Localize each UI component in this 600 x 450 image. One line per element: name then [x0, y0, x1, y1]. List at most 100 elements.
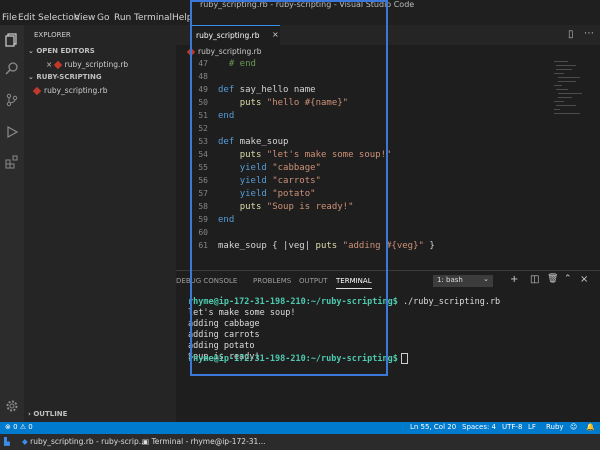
folder-file-item[interactable]: ruby_scripting.rb	[32, 86, 108, 96]
terminal-prompt-line[interactable]: rhyme@ip-172-31-198-210:~/ruby-scripting…	[188, 353, 408, 364]
chevron-down-icon: ⌄	[483, 275, 489, 283]
run-debug-icon[interactable]	[3, 123, 21, 141]
line-number: 54	[198, 150, 208, 159]
shell-selector-label: 1: bash	[437, 276, 463, 284]
line-number: 55	[198, 163, 208, 172]
terminal-command-line[interactable]: rhyme@ip-172-31-198-210:~/ruby-scripting…	[188, 297, 500, 307]
maximize-panel-icon[interactable]: ⌃	[564, 274, 572, 284]
editor-tab-bar: ruby_scripting.rb × ▯ ⋯	[176, 25, 600, 46]
code-line[interactable]: 53 def make_soup	[176, 137, 556, 150]
line-number: 48	[198, 72, 208, 81]
line-number: 57	[198, 189, 208, 198]
explorer-title: EXPLORER	[34, 31, 71, 39]
status-bar: ⊗ 0 ⚠ 0 Ln 55, Col 20 Spaces: 4 UTF-8 LF…	[0, 422, 600, 434]
close-icon[interactable]: ×	[272, 30, 279, 39]
code-line[interactable]: 50 puts "hello #{name}"	[176, 98, 556, 111]
code-text: puts "hello #{name}"	[239, 98, 349, 108]
taskbar-vscode[interactable]: ◆ ruby_scripting.rb - ruby-scrip...	[22, 437, 146, 446]
folder-filename: ruby_scripting.rb	[44, 86, 108, 95]
folder-header[interactable]: ⌄ RUBY-SCRIPTING	[28, 73, 102, 81]
terminal-cursor	[400, 353, 408, 364]
indentation[interactable]: Spaces: 4	[462, 423, 496, 431]
split-terminal-icon[interactable]: ◫	[530, 274, 539, 285]
code-line[interactable]: 59 end	[176, 215, 556, 228]
minimap[interactable]	[554, 59, 594, 139]
line-number: 58	[198, 202, 208, 211]
menu-go[interactable]: Go	[97, 13, 109, 23]
menu-help[interactable]: Help	[172, 13, 193, 23]
tab-debug-console[interactable]: DEBUG CONSOLE	[176, 277, 237, 285]
code-line[interactable]: 54 puts "let's make some soup!"	[176, 150, 556, 163]
code-line[interactable]: 51 end	[176, 111, 556, 124]
encoding[interactable]: UTF-8	[502, 423, 522, 431]
code-line[interactable]: 60	[176, 228, 556, 241]
line-number: 53	[198, 137, 208, 146]
ruby-file-icon	[32, 86, 42, 96]
code-text: yield "cabbage"	[239, 163, 321, 173]
line-number: 59	[198, 215, 208, 224]
ruby-file-icon	[186, 47, 196, 57]
outline-section[interactable]: › OUTLINE	[24, 408, 176, 422]
code-text: yield "carrots"	[239, 176, 321, 186]
menu-file[interactable]: File	[2, 13, 17, 23]
code-text: make_soup { |veg| puts "adding #{veg}" }	[218, 241, 435, 251]
start-icon[interactable]: ▙	[4, 437, 10, 446]
close-panel-icon[interactable]: ×	[580, 274, 588, 285]
editor-tab[interactable]: ruby_scripting.rb ×	[190, 25, 280, 46]
editor-tab-label: ruby_scripting.rb	[196, 31, 260, 40]
tab-output[interactable]: OUTPUT	[299, 277, 328, 285]
trash-icon[interactable]: 🗑	[547, 274, 558, 284]
cursor-position[interactable]: Ln 55, Col 20	[410, 423, 456, 431]
menu-view[interactable]: View	[74, 13, 95, 23]
code-line[interactable]: 47 # end	[176, 59, 556, 72]
source-control-icon[interactable]	[3, 91, 21, 109]
end-of-line[interactable]: LF	[528, 423, 536, 431]
line-number: 50	[198, 98, 208, 107]
terminal-output-line: adding potato	[188, 341, 255, 351]
code-text: end	[218, 111, 235, 121]
code-text: def say_hello name	[218, 85, 316, 95]
menu-edit[interactable]: Edit	[18, 13, 35, 23]
code-text: puts "let's make some soup!"	[239, 150, 392, 160]
code-line[interactable]: 58 puts "Soup is ready!"	[176, 202, 556, 215]
explorer-icon[interactable]	[3, 31, 21, 49]
code-text: def make_soup	[218, 137, 289, 147]
code-text: # end	[218, 59, 256, 69]
remote-icon[interactable]: ⊗ 0 ⚠ 0	[5, 423, 33, 431]
extensions-icon[interactable]	[3, 153, 21, 171]
taskbar-vscode-label: ruby_scripting.rb - ruby-scrip...	[30, 437, 146, 446]
open-editors-label: OPEN EDITORS	[36, 47, 95, 55]
more-actions-icon[interactable]: ⋯	[584, 28, 594, 39]
shell-selector[interactable]: 1: bash ⌄	[433, 275, 493, 287]
bell-icon[interactable]: 🔔	[586, 423, 595, 431]
vscode-icon: ◆	[22, 437, 31, 446]
code-line[interactable]: 48	[176, 72, 556, 85]
code-line[interactable]: 52	[176, 124, 556, 137]
open-editor-item[interactable]: × ruby_scripting.rb	[46, 60, 128, 70]
code-line[interactable]: 49 def say_hello name	[176, 85, 556, 98]
settings-gear-icon[interactable]	[3, 397, 21, 415]
menu-run[interactable]: Run	[114, 13, 131, 23]
code-line[interactable]: 61 make_soup { |veg| puts "adding #{veg}"…	[176, 241, 556, 254]
split-editor-icon[interactable]: ▯	[568, 29, 574, 40]
terminal-output-line: let's make some soup!	[188, 308, 296, 318]
bottom-panel: DEBUG CONSOLE PROBLEMS OUTPUT TERMINAL 1…	[176, 270, 600, 423]
breadcrumb[interactable]: ruby_scripting.rb	[186, 47, 262, 57]
taskbar-terminal[interactable]: ▣ Terminal - rhyme@ip-172-31...	[142, 437, 266, 446]
open-editors-header[interactable]: ⌄ OPEN EDITORS	[28, 47, 95, 55]
search-icon[interactable]	[3, 59, 21, 77]
line-number: 47	[198, 59, 208, 68]
feedback-icon[interactable]: ☺	[570, 423, 577, 431]
terminal-prompt: rhyme@ip-172-31-198-210:~/ruby-scripting…	[188, 297, 398, 307]
tab-problems[interactable]: PROBLEMS	[253, 277, 291, 285]
outline-header[interactable]: › OUTLINE	[28, 410, 67, 418]
code-line[interactable]: 55 yield "cabbage"	[176, 163, 556, 176]
window-title: ruby_scripting.rb - ruby-scripting - Vis…	[200, 0, 415, 9]
language-mode[interactable]: Ruby	[546, 423, 564, 431]
code-line[interactable]: 56 yield "carrots"	[176, 176, 556, 189]
code-line[interactable]: 57 yield "potato"	[176, 189, 556, 202]
taskbar-terminal-label: Terminal - rhyme@ip-172-31...	[151, 437, 266, 446]
new-terminal-icon[interactable]: +	[510, 274, 518, 285]
tab-terminal[interactable]: TERMINAL	[336, 277, 372, 289]
menu-terminal[interactable]: Terminal	[134, 13, 172, 23]
